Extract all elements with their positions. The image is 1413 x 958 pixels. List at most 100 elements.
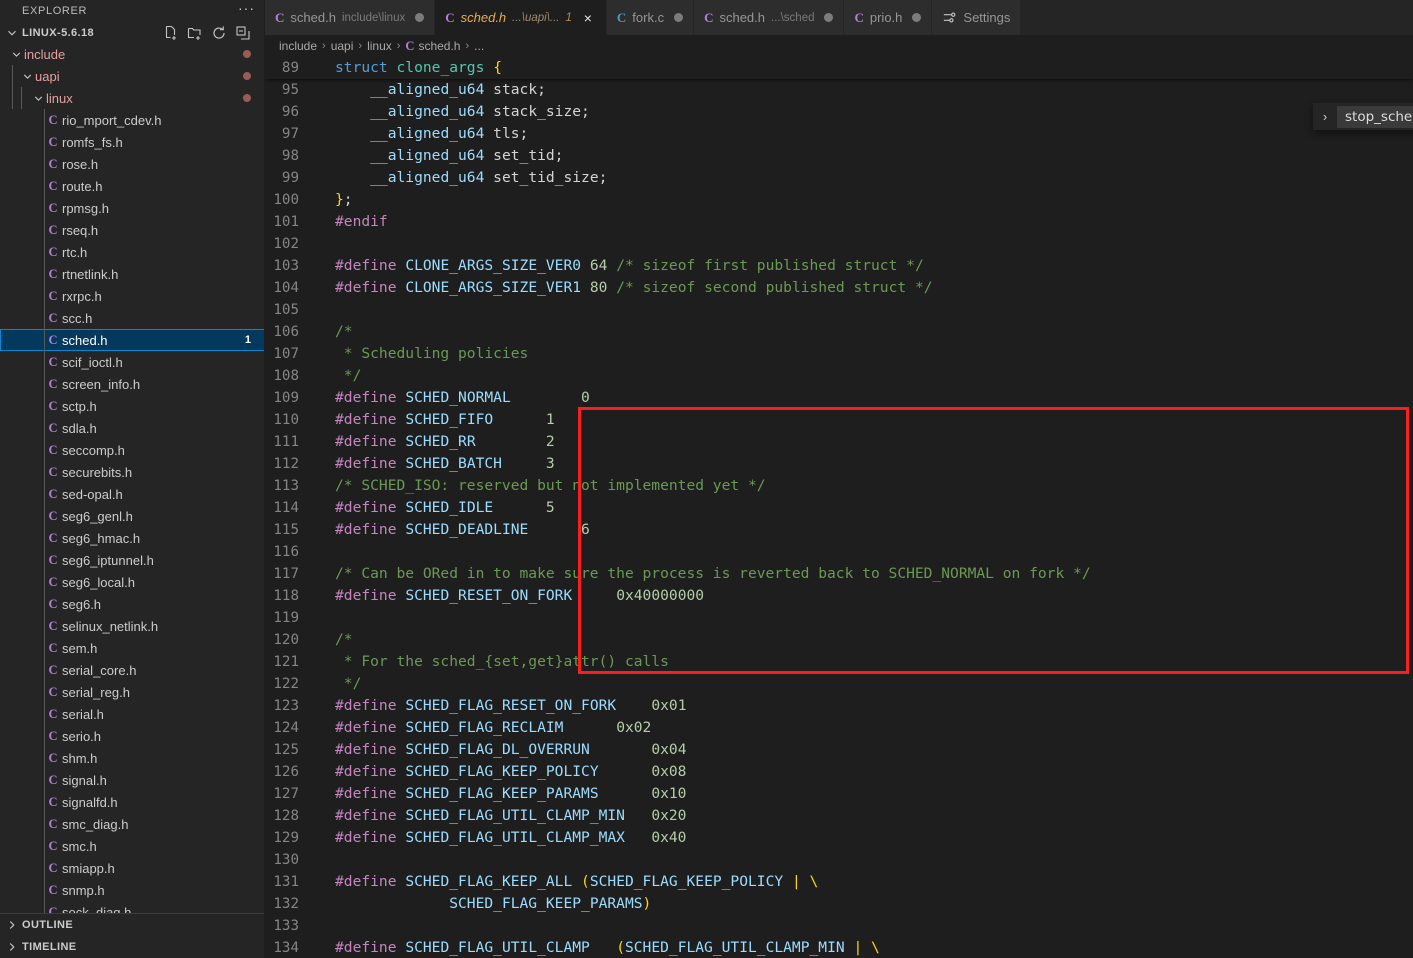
tree-file-sem.h[interactable]: Csem.h — [0, 637, 265, 660]
sidebar-section-timeline[interactable]: TIMELINE — [0, 936, 265, 958]
tree-file-rxrpc.h[interactable]: Crxrpc.h — [0, 285, 265, 308]
tree-file-rio_mport_cdev.h[interactable]: Crio_mport_cdev.h — [0, 109, 265, 132]
editor-tab-forkc2[interactable]: Cfork.c — [606, 0, 695, 35]
tree-file-sctp.h[interactable]: Csctp.h — [0, 395, 265, 418]
code-line[interactable]: 102 — [265, 233, 1413, 255]
code-line[interactable]: 97 __aligned_u64 tls; — [265, 123, 1413, 145]
tree-file-scif_ioctl.h[interactable]: Cscif_ioctl.h — [0, 351, 265, 374]
code-line[interactable]: 111 #define SCHED_RR 2 — [265, 431, 1413, 453]
code-line[interactable]: 96 __aligned_u64 stack_size; — [265, 101, 1413, 123]
tab-dirty-indicator-icon[interactable] — [824, 13, 834, 22]
code-line[interactable]: 129 #define SCHED_FLAG_UTIL_CLAMP_MAX 0x4… — [265, 827, 1413, 849]
code-line[interactable]: 107 * Scheduling policies — [265, 343, 1413, 365]
tree-file-seg6_iptunnel.h[interactable]: Cseg6_iptunnel.h — [0, 549, 265, 572]
code-line[interactable]: 100}; — [265, 189, 1413, 211]
code-line[interactable]: 95 __aligned_u64 stack; — [265, 79, 1413, 101]
new-folder-icon[interactable] — [185, 23, 205, 43]
tree-file-sed-opal.h[interactable]: Csed-opal.h — [0, 483, 265, 506]
breadcrumb-item-linux[interactable]: linux — [367, 39, 392, 53]
tab-dirty-indicator-icon[interactable] — [674, 13, 684, 22]
new-file-icon[interactable] — [161, 23, 181, 43]
editor-tab-Settings5[interactable]: Settings — [932, 0, 1022, 35]
code-line[interactable]: 114 #define SCHED_IDLE 5 — [265, 497, 1413, 519]
code-line[interactable]: 103 #define CLONE_ARGS_SIZE_VER0 64 /* si… — [265, 255, 1413, 277]
breadcrumb-item-uapi[interactable]: uapi — [331, 39, 354, 53]
code-line[interactable]: 113 /* SCHED_ISO: reserved but not implem… — [265, 475, 1413, 497]
code-line[interactable]: 120 /* — [265, 629, 1413, 651]
tree-folder-include[interactable]: include — [0, 43, 265, 65]
tab-dirty-indicator-icon[interactable] — [912, 13, 922, 22]
tree-file-seg6.h[interactable]: Cseg6.h — [0, 593, 265, 616]
tree-file-screen_info.h[interactable]: Cscreen_info.h — [0, 373, 265, 396]
code-line[interactable]: 121 * For the sched_{set,get}attr() call… — [265, 651, 1413, 673]
code-line[interactable]: 99 __aligned_u64 set_tid_size; — [265, 167, 1413, 189]
tree-file-sched.h[interactable]: Csched.h 1 — [0, 329, 265, 352]
sticky-scroll-header[interactable]: 89 struct clone_args { — [265, 57, 1413, 79]
tree-file-signal.h[interactable]: Csignal.h — [0, 769, 265, 792]
code-line[interactable]: 124 #define SCHED_FLAG_RECLAIM 0x02 — [265, 717, 1413, 739]
tree-file-route.h[interactable]: Croute.h — [0, 175, 265, 198]
code-line[interactable]: 128 #define SCHED_FLAG_UTIL_CLAMP_MIN 0x2… — [265, 805, 1413, 827]
tree-file-signalfd.h[interactable]: Csignalfd.h — [0, 791, 265, 814]
breadcrumb-item-symbol[interactable]: ... — [474, 39, 484, 53]
collapse-all-icon[interactable] — [233, 23, 253, 43]
tree-file-smc_diag.h[interactable]: Csmc_diag.h — [0, 813, 265, 836]
breadcrumb-item-include[interactable]: include — [279, 39, 317, 53]
code-line[interactable]: 115 #define SCHED_DEADLINE 6 — [265, 519, 1413, 541]
code-line[interactable]: 112 #define SCHED_BATCH 3 — [265, 453, 1413, 475]
editor-tab-prioh4[interactable]: Cprio.h — [844, 0, 933, 35]
refresh-icon[interactable] — [209, 23, 229, 43]
code-line[interactable]: 123 #define SCHED_FLAG_RESET_ON_FORK 0x01 — [265, 695, 1413, 717]
chevron-right-icon[interactable]: › — [1313, 109, 1337, 124]
code-line[interactable]: 127 #define SCHED_FLAG_KEEP_PARAMS 0x10 — [265, 783, 1413, 805]
tree-file-seccomp.h[interactable]: Cseccomp.h — [0, 439, 265, 462]
tree-file-snmp.h[interactable]: Csnmp.h — [0, 879, 265, 902]
tree-file-scc.h[interactable]: Cscc.h — [0, 307, 265, 330]
code-line[interactable]: 116 — [265, 541, 1413, 563]
tree-file-rtc.h[interactable]: Crtc.h — [0, 241, 265, 264]
tree-file-securebits.h[interactable]: Csecurebits.h — [0, 461, 265, 484]
file-tree[interactable]: include uapi linux Crio_mport_cdev.h Cromfs_… — [0, 43, 265, 913]
tab-dirty-indicator-icon[interactable] — [415, 13, 425, 22]
code-line[interactable]: 98 __aligned_u64 set_tid; — [265, 145, 1413, 167]
editor-tab-schedh3[interactable]: Csched.h ...\sched — [694, 0, 845, 35]
tree-file-serial_core.h[interactable]: Cserial_core.h — [0, 659, 265, 682]
tree-folder-uapi[interactable]: uapi — [0, 65, 265, 88]
sidebar-section-outline[interactable]: OUTLINE — [0, 914, 265, 936]
code-line[interactable]: 130 — [265, 849, 1413, 871]
breadcrumb-item-file[interactable]: sched.h — [418, 39, 460, 53]
workspace-root-row[interactable]: LINUX-5.6.18 — [0, 22, 265, 44]
tree-file-seg6_hmac.h[interactable]: Cseg6_hmac.h — [0, 527, 265, 550]
explorer-more-actions-icon[interactable]: ··· — [238, 1, 255, 17]
code-line[interactable]: 134 #define SCHED_FLAG_UTIL_CLAMP (SCHED_… — [265, 937, 1413, 958]
code-line[interactable]: 126 #define SCHED_FLAG_KEEP_POLICY 0x08 — [265, 761, 1413, 783]
tree-file-smiapp.h[interactable]: Csmiapp.h — [0, 857, 265, 880]
code-line[interactable]: 133 — [265, 915, 1413, 937]
tab-close-icon[interactable]: × — [580, 10, 596, 26]
code-line[interactable]: 105 — [265, 299, 1413, 321]
code-lines[interactable]: 95 __aligned_u64 stack; 96 __aligned_u64 … — [265, 79, 1413, 958]
tree-file-sock_diag.h[interactable]: Csock_diag.h — [0, 901, 265, 913]
code-editor[interactable]: 89 struct clone_args { 95 __aligned_u64 s… — [265, 57, 1413, 958]
tree-file-serial.h[interactable]: Cserial.h — [0, 703, 265, 726]
code-line[interactable]: 108 */ — [265, 365, 1413, 387]
tree-file-serio.h[interactable]: Cserio.h — [0, 725, 265, 748]
tree-file-rpmsg.h[interactable]: Crpmsg.h — [0, 197, 265, 220]
code-line[interactable]: 117 /* Can be ORed in to make sure the pr… — [265, 563, 1413, 585]
tree-file-rtnetlink.h[interactable]: Crtnetlink.h — [0, 263, 265, 286]
tree-file-serial_reg.h[interactable]: Cserial_reg.h — [0, 681, 265, 704]
code-line[interactable]: 132 SCHED_FLAG_KEEP_PARAMS) — [265, 893, 1413, 915]
editor-tab-schedh0[interactable]: Csched.h include\linux — [265, 0, 436, 35]
tree-file-rose.h[interactable]: Crose.h — [0, 153, 265, 176]
sticky-scroll-peek-widget[interactable]: › stop_sched_c — [1313, 103, 1413, 130]
tree-file-shm.h[interactable]: Cshm.h — [0, 747, 265, 770]
editor-tab-schedh1[interactable]: Csched.h ...\uapi\... 1 × — [435, 0, 607, 35]
code-line[interactable]: 122 */ — [265, 673, 1413, 695]
code-line[interactable]: 110 #define SCHED_FIFO 1 — [265, 409, 1413, 431]
code-line[interactable]: 131 #define SCHED_FLAG_KEEP_ALL (SCHED_FL… — [265, 871, 1413, 893]
code-line[interactable]: 106 /* — [265, 321, 1413, 343]
tree-file-romfs_fs.h[interactable]: Cromfs_fs.h — [0, 131, 265, 154]
tree-file-rseq.h[interactable]: Crseq.h — [0, 219, 265, 242]
code-line[interactable]: 104 #define CLONE_ARGS_SIZE_VER1 80 /* si… — [265, 277, 1413, 299]
tree-file-seg6_local.h[interactable]: Cseg6_local.h — [0, 571, 265, 594]
